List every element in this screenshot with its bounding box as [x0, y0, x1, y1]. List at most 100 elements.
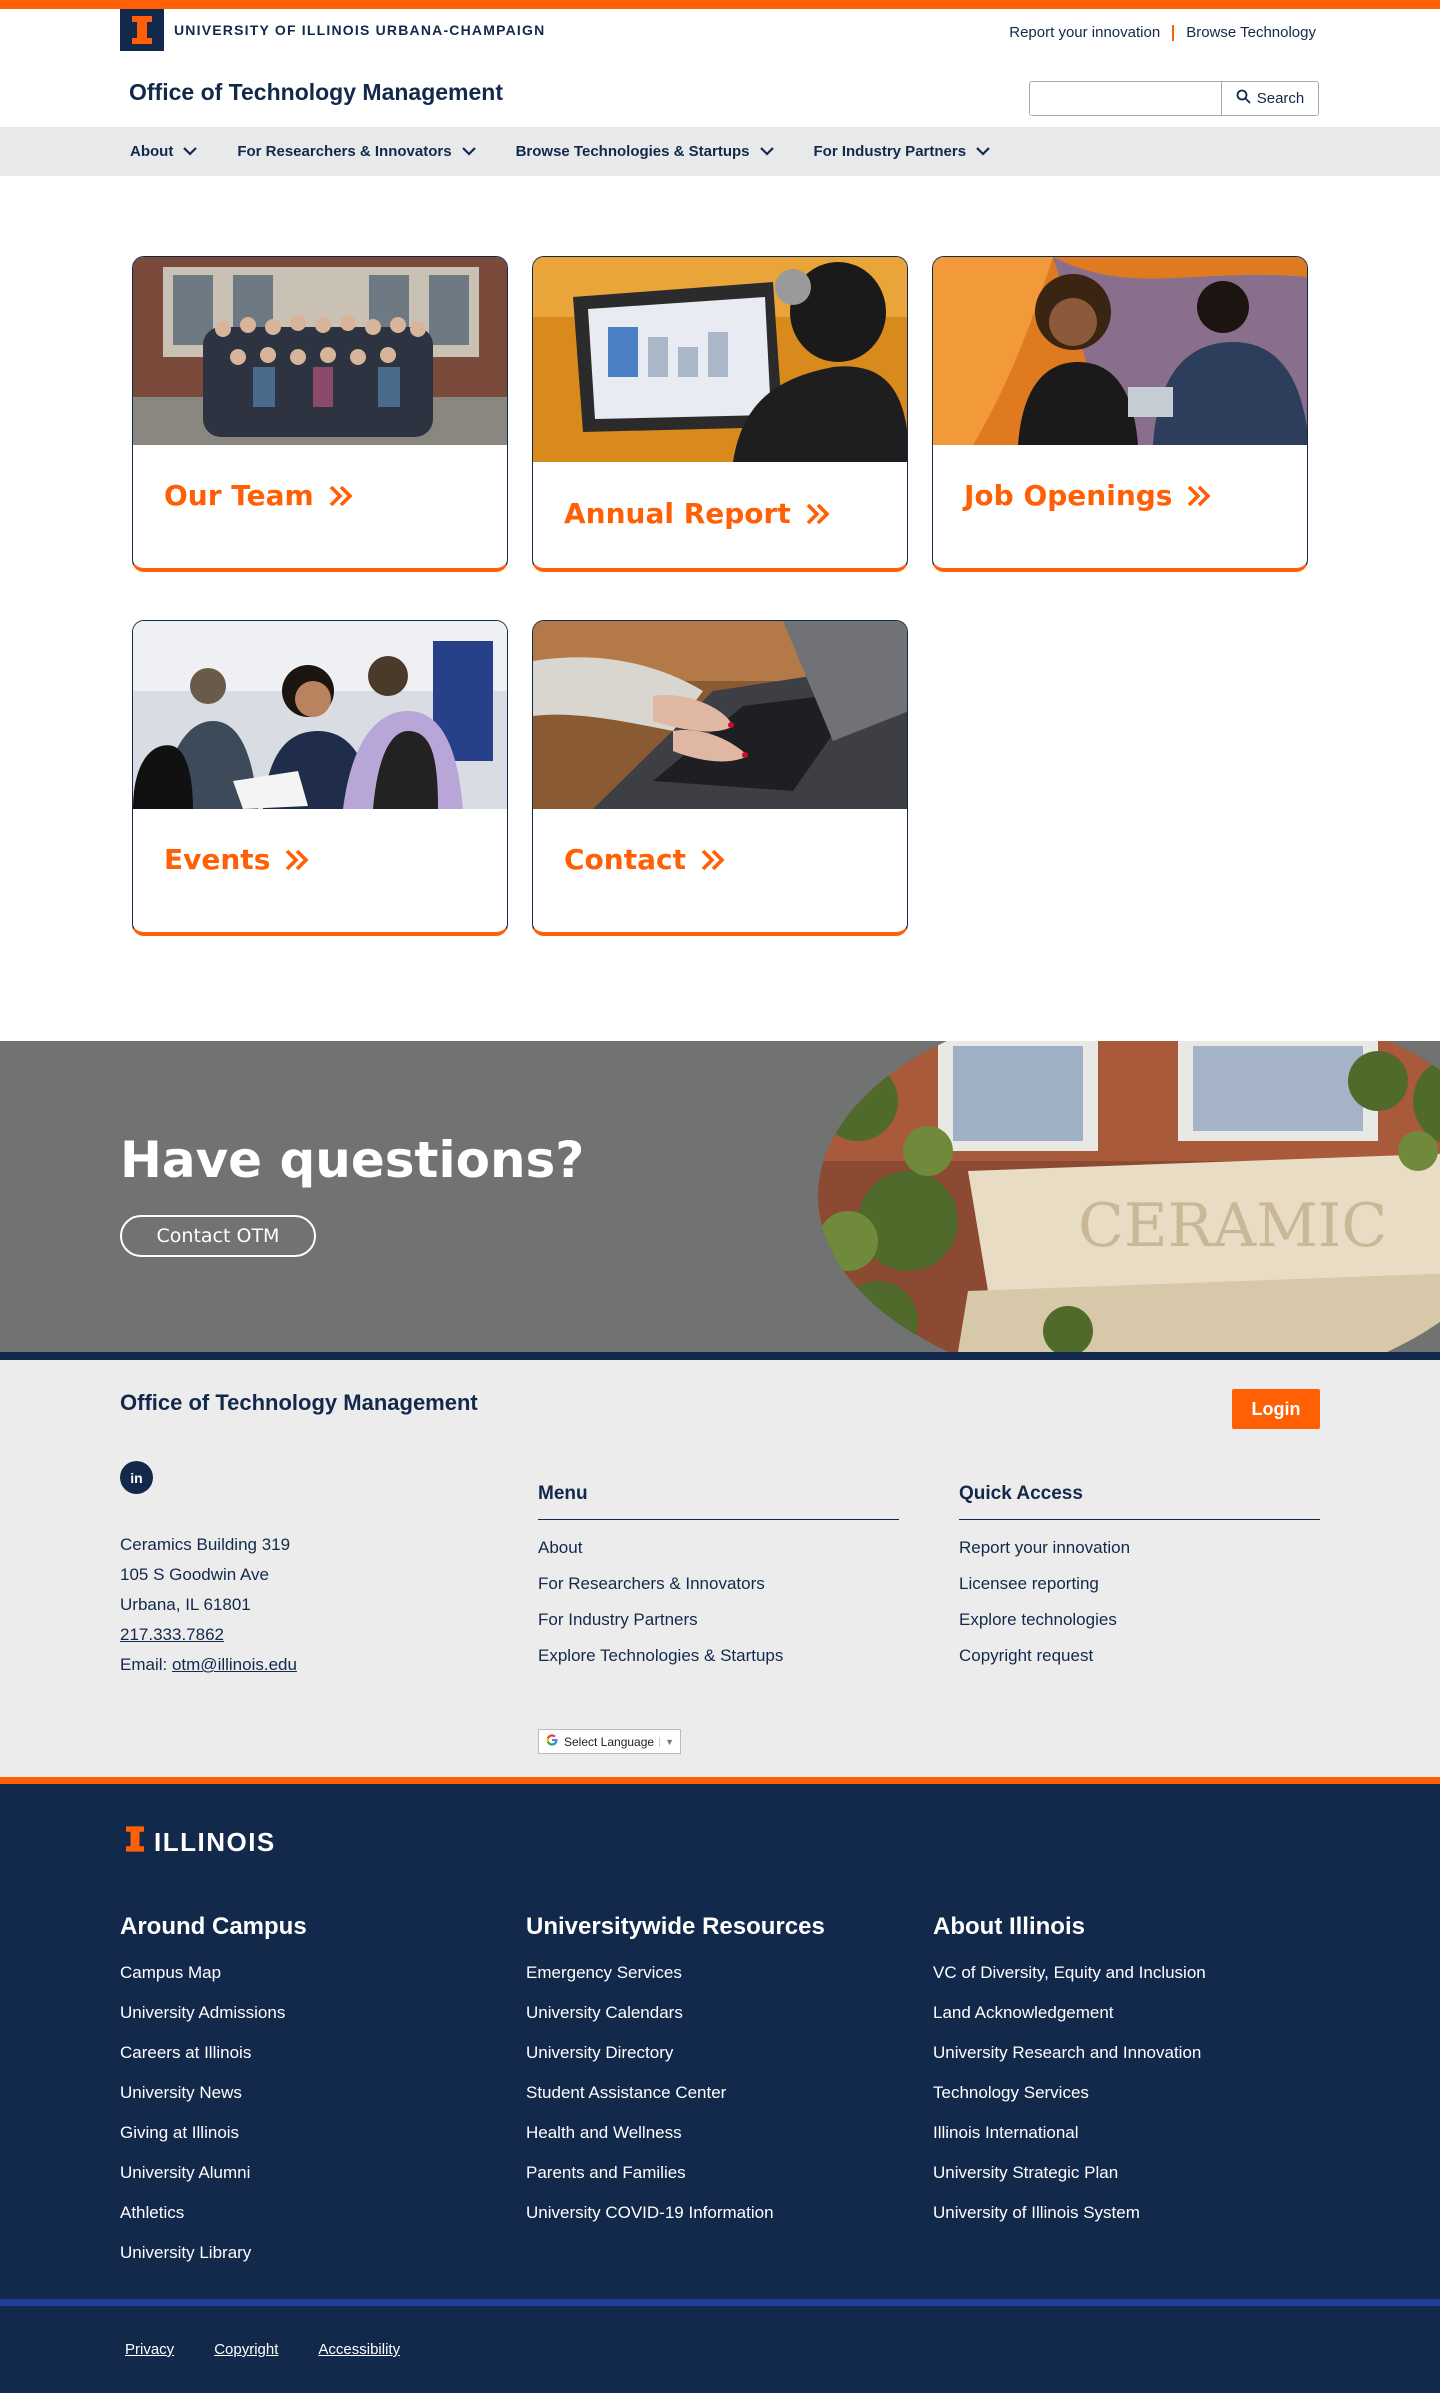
phone-link[interactable]: 217.333.7862 [120, 1625, 224, 1644]
email-label: Email: [120, 1655, 172, 1674]
card-events[interactable]: Events [132, 620, 508, 936]
address-line: Urbana, IL 61801 [120, 1595, 251, 1614]
search-button[interactable]: Search [1222, 82, 1318, 115]
footer-site-title[interactable]: Office of Technology Management [120, 1390, 478, 1416]
illinois-logo[interactable]: ILLINOIS [126, 1826, 276, 1859]
card-label: Contact [564, 843, 726, 876]
footer-col-universitywide: Universitywide Resources Emergency Servi… [526, 1913, 825, 2233]
footer-link[interactable]: University Library [120, 2233, 307, 2273]
privacy-link[interactable]: Privacy [125, 2341, 174, 2358]
card-title: Contact [564, 843, 686, 876]
chevron-down-icon [759, 147, 774, 156]
laptop-report-photo [533, 257, 907, 462]
illinois-logo-text: ILLINOIS [154, 1827, 276, 1857]
footer-menu-item[interactable]: Explore Technologies & Startups [538, 1638, 899, 1674]
footer-link[interactable]: University Research and Innovation [933, 2033, 1206, 2073]
card-label: Events [164, 843, 310, 876]
search-icon [1236, 89, 1251, 108]
footer-link[interactable]: Technology Services [933, 2073, 1206, 2113]
university-name: UNIVERSITY OF ILLINOIS URBANA-CHAMPAIGN [174, 22, 546, 38]
login-button[interactable]: Login [1232, 1389, 1320, 1429]
footer-menu: Menu About For Researchers & Innovators … [538, 1483, 899, 1674]
address-line: 105 S Goodwin Ave [120, 1565, 270, 1584]
blue-divider [0, 2299, 1440, 2306]
footer-link[interactable]: Emergency Services [526, 1953, 825, 1993]
footer-link[interactable]: University News [120, 2073, 307, 2113]
footer-col-heading: Around Campus [120, 1913, 307, 1940]
otm-footer: Office of Technology Management Login in… [0, 1360, 1440, 1777]
site-title[interactable]: Office of Technology Management [129, 79, 503, 106]
card-our-team[interactable]: Our Team [132, 256, 508, 572]
illinois-footer: ILLINOIS Around Campus Campus Map Univer… [0, 1784, 1440, 2306]
card-label: Annual Report [564, 497, 831, 530]
card-contact[interactable]: Contact [532, 620, 908, 936]
card-annual-report[interactable]: Annual Report [532, 256, 908, 572]
footer-link[interactable]: Parents and Families [526, 2153, 825, 2193]
footer-link[interactable]: Campus Map [120, 1953, 307, 1993]
copyright-link[interactable]: Copyright [214, 2341, 278, 2358]
nav-item-researchers[interactable]: For Researchers & Innovators [237, 143, 476, 160]
quick-access-item[interactable]: Explore technologies [959, 1602, 1320, 1638]
footer-link[interactable]: University Alumni [120, 2153, 307, 2193]
footer-link[interactable]: Giving at Illinois [120, 2113, 307, 2153]
accessibility-link[interactable]: Accessibility [318, 2341, 400, 2358]
card-label: Our Team [164, 479, 354, 512]
search-input[interactable] [1030, 82, 1222, 115]
utility-links: Report your innovation Browse Technology [1009, 24, 1316, 41]
footer-link[interactable]: University Directory [526, 2033, 825, 2073]
card-title: Annual Report [564, 497, 791, 530]
nav-item-about[interactable]: About [130, 143, 198, 160]
footer-link[interactable]: Student Assistance Center [526, 2073, 825, 2113]
quick-access-item[interactable]: Report your innovation [959, 1530, 1320, 1566]
nav-item-browse-technologies[interactable]: Browse Technologies & Startups [516, 143, 774, 160]
chevron-down-icon [976, 147, 990, 156]
footer-link[interactable]: Health and Wellness [526, 2113, 825, 2153]
quick-access-heading: Quick Access [959, 1483, 1320, 1520]
legal-bar: Privacy Copyright Accessibility [0, 2306, 1440, 2393]
card-label: Job Openings [964, 479, 1212, 512]
chevron-down-icon [461, 147, 476, 156]
footer-link[interactable]: University of Illinois System [933, 2193, 1206, 2233]
questions-heading: Have questions? [120, 1131, 585, 1189]
card-job-openings[interactable]: Job Openings [932, 256, 1308, 572]
report-innovation-link[interactable]: Report your innovation [1009, 24, 1160, 41]
footer-link[interactable]: University Admissions [120, 1993, 307, 2033]
footer-link[interactable]: Athletics [120, 2193, 307, 2233]
footer-quick-access: Quick Access Report your innovation Lice… [959, 1483, 1320, 1674]
brand-row: UNIVERSITY OF ILLINOIS URBANA-CHAMPAIGN … [0, 9, 1440, 127]
footer-link[interactable]: University Calendars [526, 1993, 825, 2033]
typing-laptop-photo [533, 621, 907, 809]
footer-link[interactable]: Land Acknowledgement [933, 1993, 1206, 2033]
nav-item-industry-partners[interactable]: For Industry Partners [814, 143, 991, 160]
search-form: Search [1029, 81, 1319, 116]
double-chevron-right-icon [1186, 484, 1212, 508]
footer-link[interactable]: Careers at Illinois [120, 2033, 307, 2073]
language-select[interactable]: Select Language ▼ [538, 1729, 681, 1754]
quick-access-item[interactable]: Copyright request [959, 1638, 1320, 1674]
questions-banner: Have questions? Contact OTM CERAMIC [0, 1041, 1440, 1352]
university-wordmark[interactable]: UNIVERSITY OF ILLINOIS URBANA-CHAMPAIGN [120, 9, 545, 51]
google-g-icon [545, 1733, 559, 1750]
footer-link[interactable]: University COVID-19 Information [526, 2193, 825, 2233]
browse-technology-link[interactable]: Browse Technology [1186, 24, 1316, 41]
main-nav: About For Researchers & Innovators Brows… [0, 127, 1440, 176]
footer-menu-item[interactable]: For Industry Partners [538, 1602, 899, 1638]
double-chevron-right-icon [805, 502, 831, 526]
email-link[interactable]: otm@illinois.edu [172, 1655, 297, 1674]
footer-col-about-illinois: About Illinois VC of Diversity, Equity a… [933, 1913, 1206, 2233]
footer-menu-item[interactable]: About [538, 1530, 899, 1566]
nav-item-label: About [130, 143, 174, 160]
footer-link[interactable]: VC of Diversity, Equity and Inclusion [933, 1953, 1206, 1993]
address-line: Ceramics Building 319 [120, 1535, 291, 1554]
block-i-logo-icon [126, 1826, 144, 1859]
card-grid: Our Team Annual Report Job Openings Even… [0, 176, 1440, 1041]
card-title: Our Team [164, 479, 314, 512]
contact-address: Ceramics Building 319 105 S Goodwin Ave … [120, 1530, 297, 1680]
navy-divider [0, 1352, 1440, 1360]
footer-link[interactable]: University Strategic Plan [933, 2153, 1206, 2193]
contact-otm-button[interactable]: Contact OTM [120, 1215, 316, 1257]
footer-link[interactable]: Illinois International [933, 2113, 1206, 2153]
footer-menu-item[interactable]: For Researchers & Innovators [538, 1566, 899, 1602]
linkedin-icon[interactable]: in [120, 1461, 153, 1494]
quick-access-item[interactable]: Licensee reporting [959, 1566, 1320, 1602]
